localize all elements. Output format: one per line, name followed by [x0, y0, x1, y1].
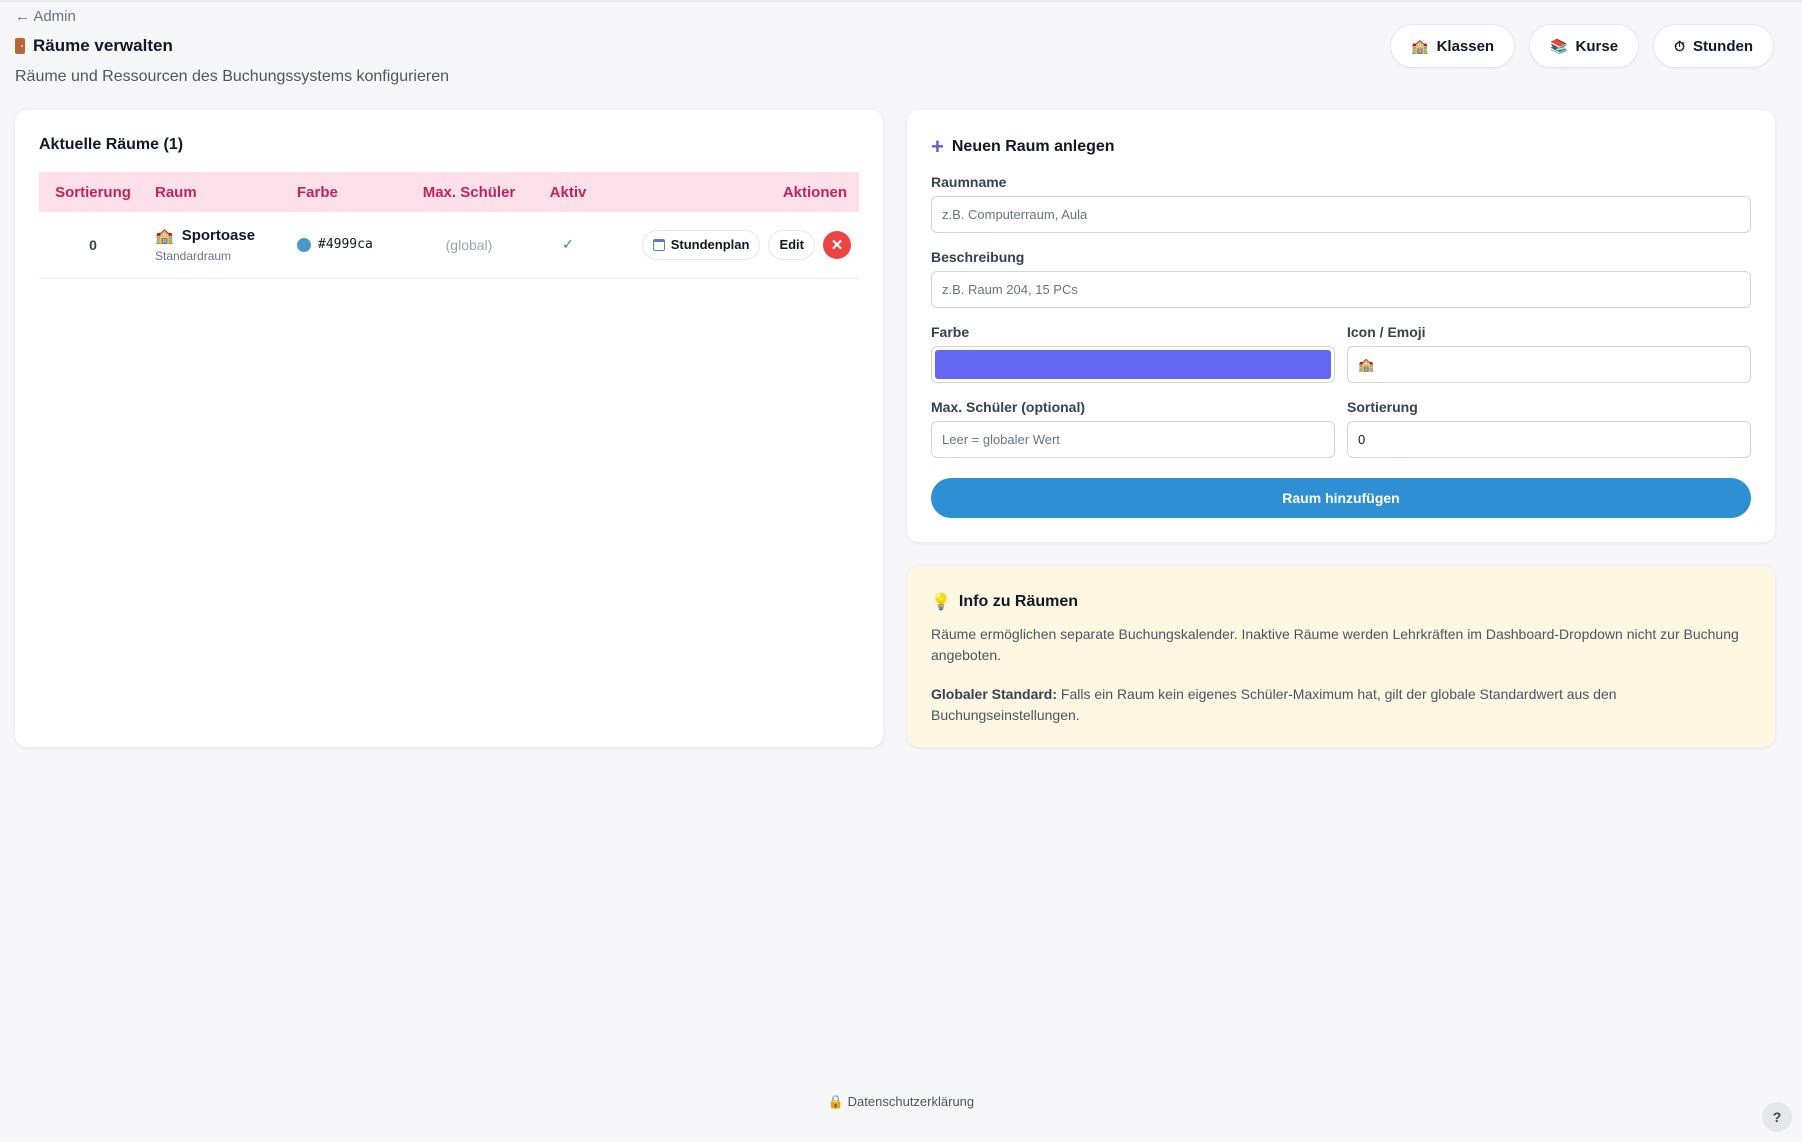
table-row: 0 🏫 Sportoase Standardraum #4999ca (glob… — [39, 212, 859, 279]
room-color-cell: #4999ca — [289, 212, 407, 279]
add-room-button[interactable]: Raum hinzufügen — [931, 478, 1751, 518]
info-card: 💡 Info zu Räumen Räume ermöglichen separ… — [907, 566, 1775, 747]
room-color-hex: #4999ca — [318, 237, 373, 253]
edit-button[interactable]: Edit — [768, 229, 815, 260]
info-paragraph-1: Räume ermöglichen separate Buchungskalen… — [931, 626, 1739, 663]
delete-button[interactable]: ✕ — [823, 230, 851, 259]
close-icon: ✕ — [830, 236, 844, 254]
color-swatch — [935, 350, 1331, 379]
color-dot-icon — [297, 237, 311, 252]
rooms-table: Sortierung Raum Farbe Max. Schüler Aktiv… — [39, 172, 859, 279]
room-cell: 🏫 Sportoase Standardraum — [147, 212, 289, 279]
rooms-table-header: Sortierung Raum Farbe Max. Schüler Aktiv… — [39, 172, 859, 212]
sortierung-label: Sortierung — [1347, 399, 1418, 415]
room-sort-value: 0 — [39, 212, 147, 279]
lock-icon: 🔒 — [827, 1094, 845, 1109]
page-title-text: Räume verwalten — [33, 36, 173, 55]
rooms-list-title: Aktuelle Räume (1) — [39, 136, 184, 153]
nav-kurse-label: Kurse — [1575, 37, 1619, 55]
back-to-admin-link[interactable]: ← Admin — [15, 8, 76, 25]
form-title-text: Neuen Raum anlegen — [951, 138, 1115, 155]
privacy-link-label: Datenschutzerklärung — [847, 1094, 975, 1109]
room-actions-cell: Stundenplan Edit ✕ — [605, 212, 859, 279]
school-icon: 🏫 — [1411, 37, 1429, 54]
stundenplan-label: Stundenplan — [670, 237, 750, 253]
room-description: Standardraum — [155, 248, 232, 263]
books-icon: 📚 — [1550, 37, 1568, 54]
room-max-value: (global) — [407, 212, 531, 279]
room-name: 🏫 Sportoase — [155, 227, 281, 245]
info-bold-label: Globaler Standard: — [931, 686, 1058, 702]
stundenplan-button[interactable]: Stundenplan — [641, 229, 761, 260]
farbe-field-group: Farbe — [931, 324, 1335, 383]
nav-klassen-label: Klassen — [1436, 37, 1495, 55]
room-name-text: Sportoase — [181, 227, 256, 245]
farbe-label: Farbe — [931, 324, 970, 340]
privacy-link[interactable]: 🔒 Datenschutzerklärung — [828, 1094, 974, 1109]
nav-stunden-button[interactable]: ⏱ Stunden — [1653, 24, 1774, 68]
help-button[interactable]: ? — [1762, 1102, 1792, 1132]
col-aktiv[interactable]: Aktiv — [531, 172, 605, 212]
raumname-input[interactable] — [931, 196, 1751, 233]
info-paragraph-2: Globaler Standard: Falls ein Raum kein e… — [931, 684, 1751, 726]
max-schueler-field-group: Max. Schüler (optional) — [931, 399, 1335, 458]
col-farbe[interactable]: Farbe — [289, 172, 407, 212]
icon-emoji-input[interactable] — [1347, 346, 1751, 383]
raumname-field-group: Raumname — [931, 174, 1751, 233]
nav-stunden-label: Stunden — [1693, 37, 1753, 55]
raumname-label: Raumname — [931, 174, 1007, 190]
page-header: ← Admin Räume verwalten Räume und Ressou… — [15, 8, 1774, 88]
footer: 🔒 Datenschutzerklärung — [0, 1094, 1802, 1110]
beschreibung-field-group: Beschreibung — [931, 249, 1751, 308]
top-border — [0, 0, 1802, 2]
icon-field-group: Icon / Emoji — [1347, 324, 1751, 383]
nav-buttons: 🏫 Klassen 📚 Kurse ⏱ Stunden — [1390, 24, 1774, 68]
school-icon: 🏫 — [155, 227, 174, 245]
lightbulb-icon: 💡 — [931, 594, 951, 611]
info-title-text: Info zu Räumen — [958, 593, 1079, 610]
rooms-list-card: Aktuelle Räume (1) Sortierung Raum Farbe… — [15, 110, 883, 747]
icon-label: Icon / Emoji — [1347, 324, 1426, 340]
page-subtitle: Räume und Ressourcen des Buchungssystems… — [15, 68, 450, 85]
max-schueler-input[interactable] — [931, 421, 1335, 458]
col-sortierung[interactable]: Sortierung — [39, 172, 147, 212]
door-icon — [15, 38, 25, 54]
sortierung-input[interactable] — [1347, 421, 1751, 458]
max-sort-row: Max. Schüler (optional) Sortierung — [931, 383, 1751, 458]
color-icon-row: Farbe Icon / Emoji — [931, 308, 1751, 383]
max-schueler-label: Max. Schüler (optional) — [931, 399, 1086, 415]
beschreibung-input[interactable] — [931, 271, 1751, 308]
calendar-icon — [652, 238, 665, 251]
col-max-schueler[interactable]: Max. Schüler — [407, 172, 531, 212]
nav-kurse-button[interactable]: 📚 Kurse — [1529, 24, 1640, 68]
beschreibung-label: Beschreibung — [931, 249, 1025, 265]
plus-icon: + — [931, 134, 944, 159]
room-active-check-icon: ✓ — [531, 212, 605, 279]
form-title: + Neuen Raum anlegen — [931, 136, 1751, 158]
nav-klassen-button[interactable]: 🏫 Klassen — [1390, 24, 1516, 68]
color-picker-input[interactable] — [931, 346, 1335, 383]
new-room-form-card: + Neuen Raum anlegen Raumname Beschreibu… — [907, 110, 1775, 542]
col-aktionen: Aktionen — [782, 183, 847, 201]
sortierung-field-group: Sortierung — [1347, 399, 1751, 458]
col-raum[interactable]: Raum — [147, 172, 289, 212]
info-title: 💡 Info zu Räumen — [931, 592, 1751, 612]
stopwatch-icon: ⏱ — [1674, 37, 1685, 54]
